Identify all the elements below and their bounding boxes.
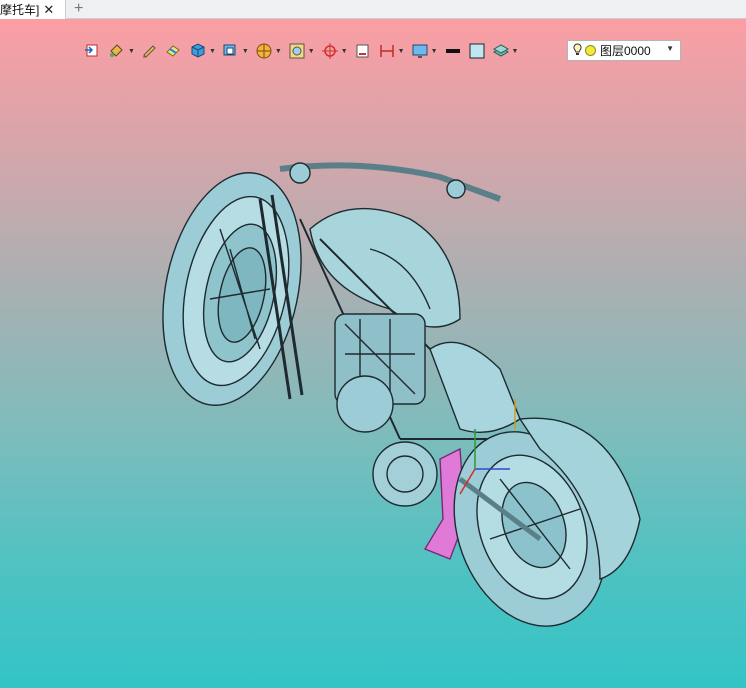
toolbar-button-color-swatch[interactable] [468,40,486,62]
crosshair-icon [321,42,339,60]
3d-viewport[interactable]: ▼ ▼ ▼ ▼ ▼ ▼ ▼ ▼ ▼ 图层0000 ▼ [0,19,746,688]
cube-icon [189,42,207,60]
dropdown-caret-icon[interactable]: ▼ [308,48,315,55]
view-toolbar: ▼ ▼ ▼ ▼ ▼ ▼ ▼ ▼ ▼ [84,40,524,62]
toolbar-button-line-weight[interactable] [444,40,462,62]
dropdown-caret-icon[interactable]: ▼ [242,48,249,55]
toolbar-button-pencil[interactable] [141,40,159,62]
toolbar-button-crosshair[interactable]: ▼ [321,40,348,62]
dropdown-caret-icon[interactable]: ▼ [128,48,135,55]
layer-select[interactable]: 图层0000 ▼ [567,40,681,61]
close-icon[interactable]: ✕ [43,3,54,16]
motorcycle-model [162,162,641,627]
lightbulb-icon[interactable] [573,42,582,59]
document-tab[interactable]: 摩托车] ✕ [0,0,66,19]
toolbar-button-exit[interactable] [84,40,102,62]
dropdown-caret-icon[interactable]: ▼ [275,48,282,55]
dimension-icon [378,42,396,60]
toolbar-button-layers[interactable]: ▼ [492,40,519,62]
toolbar-button-monitor[interactable]: ▼ [411,40,438,62]
dropdown-caret-icon[interactable]: ▼ [341,48,348,55]
plus-icon[interactable]: + [74,0,83,19]
tab-title: 摩托车] [0,3,40,17]
paint-bucket-icon [108,42,126,60]
toolbar-button-eraser[interactable] [165,40,183,62]
toolbar-button-view-box[interactable]: ▼ [222,40,249,62]
color-swatch-icon [468,42,486,60]
toolbar-button-paint-bucket[interactable]: ▼ [108,40,135,62]
toolbar-button-render-sphere[interactable]: ▼ [255,40,282,62]
exit-icon [84,42,102,60]
layer-label: 图层0000 [600,44,651,58]
section-icon [354,42,372,60]
dropdown-caret-icon[interactable]: ▼ [512,48,519,55]
layer-color-swatch [585,45,596,56]
chevron-down-icon[interactable]: ▼ [666,44,674,53]
monitor-icon [411,42,429,60]
dropdown-caret-icon[interactable]: ▼ [398,48,405,55]
frame-icon [288,42,306,60]
app-window: 摩托车] ✕ + ▼ ▼ ▼ ▼ ▼ ▼ ▼ ▼ ▼ 图层0000 ▼ [0,0,746,688]
layers-icon [492,42,510,60]
toolbar-button-dimension[interactable]: ▼ [378,40,405,62]
tab-bar: 摩托车] ✕ + [0,0,746,19]
render-sphere-icon [255,42,273,60]
toolbar-button-cube[interactable]: ▼ [189,40,216,62]
toolbar-button-section[interactable] [354,40,372,62]
toolbar-button-frame[interactable]: ▼ [288,40,315,62]
dropdown-caret-icon[interactable]: ▼ [209,48,216,55]
eraser-icon [165,42,183,60]
line-weight-icon [444,42,462,60]
dropdown-caret-icon[interactable]: ▼ [431,48,438,55]
pencil-icon [141,42,159,60]
view-box-icon [222,42,240,60]
